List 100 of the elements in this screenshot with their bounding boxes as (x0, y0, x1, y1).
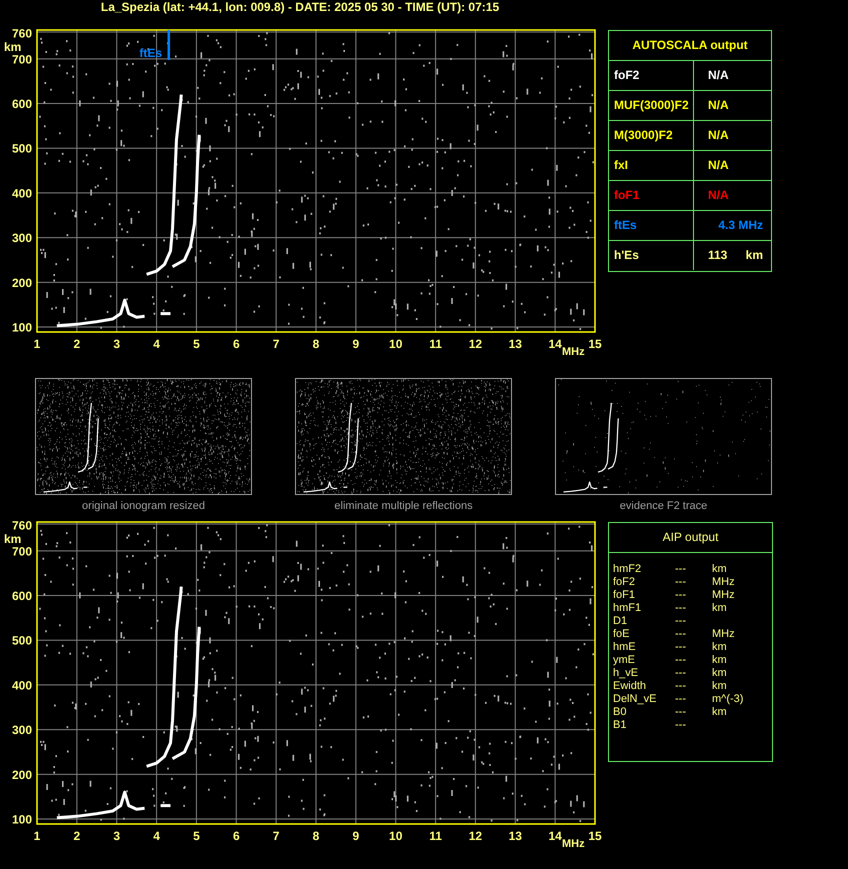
parameter-name: ymE (613, 654, 636, 667)
axis-tick-label: 2 (74, 337, 80, 351)
axis-tick-label: 400 (12, 186, 32, 200)
axis-tick-label: 15 (588, 829, 602, 843)
parameter-name: DelN_vE (613, 693, 658, 706)
parameter-name: D1 (613, 615, 628, 628)
parameter-name: hmF2 (613, 563, 642, 576)
parameter-value: --- (675, 628, 687, 641)
marker-label: ftEs (139, 46, 162, 60)
axis-tick-label: 13 (508, 337, 522, 351)
axis-tick-label: 10 (389, 337, 402, 351)
parameter-value: --- (675, 563, 687, 576)
axis-tick-label: 500 (12, 142, 32, 156)
axis-tick-label: 9 (352, 829, 360, 843)
axis-tick-label: 12 (468, 829, 482, 843)
axis-tick-label: 760 (12, 518, 32, 532)
table-cell-text: N/A (707, 67, 730, 84)
thumbnail-caption: original ionogram resized (82, 500, 205, 512)
axis-tick-label: 11 (429, 337, 442, 351)
axis-tick-label: 8 (312, 337, 320, 351)
axis-tick-label: 4 (153, 829, 160, 843)
parameter-unit: km (712, 563, 727, 576)
axis-tick-label: 9 (352, 337, 360, 351)
table-cell: h'Es (614, 248, 639, 262)
axis-unit-label: MHz (562, 346, 585, 356)
axis-tick-label: 6 (232, 829, 240, 843)
parameter-value: --- (675, 693, 687, 706)
axis-tick-label: 760 (12, 26, 32, 40)
axis-tick-label: 300 (12, 231, 32, 246)
axis-tick-label: 14 (548, 829, 562, 843)
parameter-value: --- (675, 576, 687, 589)
axis-tick-label: 1 (34, 337, 40, 351)
parameter-value: --- (675, 667, 687, 680)
table-cell-text: N/A (707, 127, 730, 144)
axis-unit-label: MHz (562, 838, 585, 848)
axis-tick-label: 200 (12, 276, 32, 290)
axis-tick-label: 200 (12, 768, 32, 782)
parameter-unit: MHz (712, 589, 735, 602)
table-cell: foF2 (614, 68, 640, 82)
axis-unit-label: km (4, 532, 22, 546)
ftes-marker-line (168, 30, 170, 60)
parameter-name: foF1 (613, 589, 636, 602)
axis-tick-label: 700 (12, 544, 32, 558)
parameter-unit: km (712, 641, 727, 654)
axis-tick-label: 7 (272, 829, 280, 843)
parameter-value: --- (675, 654, 687, 667)
axis-tick-label: 2 (74, 829, 80, 843)
parameter-unit: km (712, 602, 727, 615)
parameter-value: --- (675, 706, 687, 719)
table-cell: foF1 (614, 188, 640, 202)
axis-tick-label: 300 (12, 723, 32, 738)
axis-tick-label: 14 (548, 337, 562, 351)
table-header: AUTOSCALA output (609, 31, 771, 61)
ionogram-title: La_Spezia (lat: +44.1, lon: 009.8) - DATE: 2025 05 30 - TIME (UT): 07:15 (100, 0, 500, 16)
parameter-value: --- (675, 602, 687, 615)
parameter-unit: km (712, 654, 727, 667)
parameter-name: B0 (613, 706, 628, 719)
axis-tick-label: 11 (429, 829, 442, 843)
parameter-name: foF2 (613, 576, 636, 589)
table-cell: M(3000)F2 (614, 128, 673, 142)
parameter-value: --- (675, 680, 687, 693)
axis-tick-label: 600 (12, 97, 32, 111)
parameter-unit: m^(-3) (712, 693, 744, 706)
table-cell-text: 4.3 MHz (717, 217, 764, 234)
table-cell: MUF(3000)F2 (614, 98, 689, 112)
parameter-unit: km (712, 706, 727, 719)
table-cell: ftEs (614, 218, 637, 232)
parameter-name: h_vE (613, 667, 640, 680)
parameter-value: --- (675, 641, 687, 654)
parameter-name: hmF1 (613, 602, 642, 615)
axis-tick-label: 400 (12, 678, 32, 692)
table-cell-text: N/A (707, 187, 730, 204)
axis-tick-label: 15 (588, 337, 602, 351)
parameter-name: Ewidth (613, 680, 648, 693)
parameter-unit: km (712, 667, 727, 680)
axis-tick-label: 12 (468, 337, 482, 351)
axis-tick-label: 500 (12, 634, 32, 648)
parameter-name: B1 (613, 719, 628, 732)
parameter-unit: MHz (712, 576, 735, 589)
axis-tick-label: 1 (34, 829, 40, 843)
parameter-name: foE (613, 628, 631, 641)
axis-tick-label: 700 (12, 52, 32, 66)
axis-tick-label: 13 (508, 829, 522, 843)
table-cell-text: N/A (707, 97, 730, 114)
axis-tick-label: 600 (12, 589, 32, 603)
axis-tick-label: 5 (193, 337, 200, 351)
axis-tick-label: 3 (113, 829, 120, 843)
table-cell-text: N/A (707, 157, 730, 174)
parameter-name: hmE (613, 641, 637, 654)
axis-tick-label: 10 (389, 829, 402, 843)
parameter-value: --- (675, 615, 687, 628)
parameter-value: --- (675, 719, 687, 732)
axis-tick-label: 100 (12, 320, 32, 334)
table-cell-text: km (746, 247, 763, 264)
table-cell-text: 113 (708, 247, 728, 264)
parameter-value: --- (675, 589, 687, 602)
axis-tick-label: 7 (272, 337, 280, 351)
thumbnail-caption: evidence F2 trace (620, 500, 708, 512)
thumbnail-caption: eliminate multiple reflections (334, 500, 473, 512)
axis-tick-label: 8 (312, 829, 320, 843)
